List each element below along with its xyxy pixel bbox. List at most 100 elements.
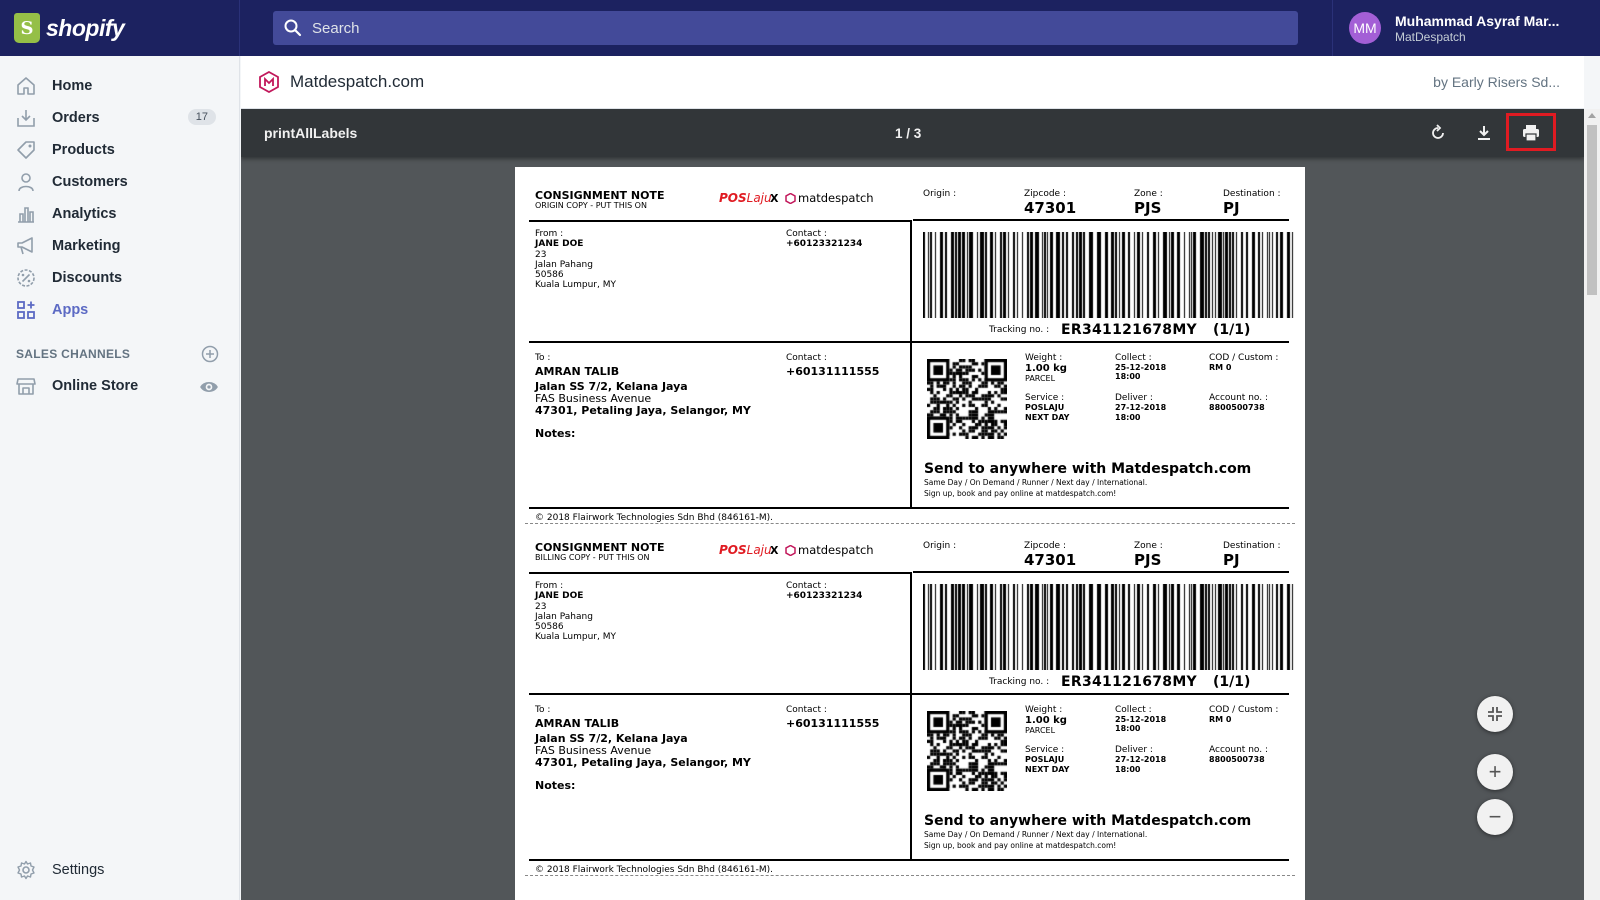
sidebar-item-label: Home: [52, 78, 93, 94]
from-name: JANE DOE: [535, 591, 584, 601]
deliver-time: 18:00: [1115, 765, 1141, 774]
shopify-logo[interactable]: S shopify: [0, 0, 240, 56]
eye-icon[interactable]: [199, 377, 219, 397]
plus-icon: +: [1488, 759, 1502, 784]
sidebar: Home Orders 17 Products Customers Analyt…: [0, 56, 240, 900]
sidebar-item-marketing[interactable]: Marketing: [0, 230, 239, 262]
collect-label: Collect :: [1115, 705, 1152, 715]
sidebar-item-analytics[interactable]: Analytics: [0, 198, 239, 230]
from-address-line: 23: [535, 602, 547, 612]
from-address-line: Kuala Lumpur, MY: [535, 632, 616, 642]
notes-label: Notes:: [535, 427, 576, 440]
sidebar-item-apps[interactable]: Apps: [0, 294, 239, 326]
sidebar-item-label: Online Store: [52, 378, 139, 394]
from-address-line: Jalan Pahang: [535, 612, 593, 622]
zone-value: PJS: [1134, 199, 1162, 217]
deliver-date: 27-12-2018: [1115, 755, 1167, 764]
sidebar-item-label: Products: [52, 142, 115, 158]
collect-time: 18:00: [1115, 372, 1141, 381]
promo-line: Sign up, book and pay online at matdespa…: [924, 489, 1117, 498]
app-header: Matdespatch.com by Early Risers Sd...: [241, 56, 1584, 109]
store-name: MatDespatch: [1395, 29, 1466, 44]
download-button[interactable]: [1472, 121, 1496, 145]
sales-channels-title: SALES CHANNELS: [16, 347, 131, 361]
zipcode-value: 47301: [1024, 199, 1077, 217]
origin-label: Origin :: [923, 541, 957, 551]
matdespatch-logo: matdespatch: [785, 191, 874, 205]
poslaju-pos: POS: [719, 543, 747, 557]
sidebar-item-label: Settings: [52, 862, 105, 878]
destination-value: PJ: [1223, 551, 1240, 569]
destination-label: Destination :: [1223, 541, 1281, 551]
matdespatch-logo: matdespatch: [785, 543, 874, 557]
tracking-number: ER341121678MY: [1061, 674, 1197, 690]
from-address-line: Kuala Lumpur, MY: [535, 280, 616, 290]
from-label: From :: [535, 581, 564, 591]
sidebar-item-settings[interactable]: Settings: [0, 854, 240, 886]
weight-label: Weight :: [1025, 353, 1063, 363]
sidebar-item-discounts[interactable]: Discounts: [0, 262, 239, 294]
scrollbar-thumb[interactable]: [1587, 125, 1597, 295]
sidebar-item-label: Marketing: [52, 238, 121, 254]
from-contact: +60123321234: [786, 239, 863, 249]
tag-icon: [17, 141, 35, 159]
gear-icon: [17, 860, 35, 880]
zone-value: PJS: [1134, 551, 1162, 569]
sidebar-item-customers[interactable]: Customers: [0, 166, 239, 198]
deliver-label: Deliver :: [1115, 393, 1153, 403]
scroll-up-arrow-icon[interactable]: [1588, 113, 1596, 118]
rotate-button[interactable]: [1426, 121, 1450, 145]
notes-label: Notes:: [535, 779, 576, 792]
poslaju-laju: Laju: [746, 191, 772, 205]
to-address-line: 47301, Petaling Jaya, Selangor, MY: [535, 756, 751, 769]
search-bar[interactable]: [273, 11, 1298, 45]
to-contact-label: Contact :: [786, 705, 827, 715]
promo-line: Same Day / On Demand / Runner / Next day…: [924, 830, 1148, 839]
to-label: To :: [535, 353, 551, 363]
cod-value: RM 0: [1209, 363, 1232, 372]
service-value: POSLAJU: [1025, 755, 1065, 764]
fit-page-button[interactable]: [1477, 696, 1513, 732]
zone-label: Zone :: [1134, 541, 1163, 551]
matdespatch-mark-icon: [785, 544, 796, 556]
bar-chart-icon: [18, 207, 34, 223]
collect-label: Collect :: [1115, 353, 1152, 363]
from-name: JANE DOE: [535, 239, 584, 249]
qr-code: [927, 711, 1007, 791]
zoom-in-button[interactable]: +: [1477, 754, 1513, 790]
person-icon: [18, 173, 34, 192]
scrollbar[interactable]: [1584, 109, 1600, 900]
to-address-line: 47301, Petaling Jaya, Selangor, MY: [535, 404, 751, 417]
sidebar-item-label: Analytics: [52, 206, 117, 222]
search-icon: [284, 19, 302, 37]
sales-channels-heading: SALES CHANNELS: [0, 338, 239, 370]
from-contact-label: Contact :: [786, 581, 827, 591]
cod-label: COD / Custom :: [1209, 353, 1279, 363]
user-menu[interactable]: MM Muhammad Asyraf Mar... MatDespatch: [1332, 0, 1600, 56]
account-label: Account no. :: [1209, 745, 1269, 755]
cut-line: [525, 523, 1295, 524]
cod-label: COD / Custom :: [1209, 705, 1279, 715]
origin-label: Origin :: [923, 189, 957, 199]
matdespatch-logo-icon: [259, 71, 279, 93]
tracking-label: Tracking no. :: [989, 325, 1050, 335]
sidebar-item-home[interactable]: Home: [0, 70, 239, 102]
sidebar-item-orders[interactable]: Orders 17: [0, 102, 239, 134]
brand-separator: X: [770, 192, 779, 205]
consignment-label: CONSIGNMENT NOTE BILLING COPY - PUT THIS…: [529, 531, 1295, 891]
search-input[interactable]: [312, 19, 1212, 37]
qr-code: [927, 359, 1007, 439]
zoom-out-button[interactable]: −: [1477, 799, 1513, 835]
pdf-viewer: printAllLabels 1 / 3 CONSIGNMENT NOTE OR…: [241, 109, 1584, 900]
promo-line: Sign up, book and pay online at matdespa…: [924, 841, 1117, 850]
copyright-text: © 2018 Flairwork Technologies Sdn Bhd (8…: [535, 865, 774, 875]
add-channel-icon[interactable]: [201, 345, 219, 363]
promo-line: Same Day / On Demand / Runner / Next day…: [924, 478, 1148, 487]
from-address-line: 50586: [535, 622, 564, 632]
to-contact: +60131111555: [786, 717, 880, 730]
app-title: Matdespatch.com: [290, 72, 425, 91]
sidebar-item-products[interactable]: Products: [0, 134, 239, 166]
to-label: To :: [535, 705, 551, 715]
sidebar-item-online-store[interactable]: Online Store: [0, 370, 239, 402]
collapse-icon: [1488, 707, 1502, 721]
